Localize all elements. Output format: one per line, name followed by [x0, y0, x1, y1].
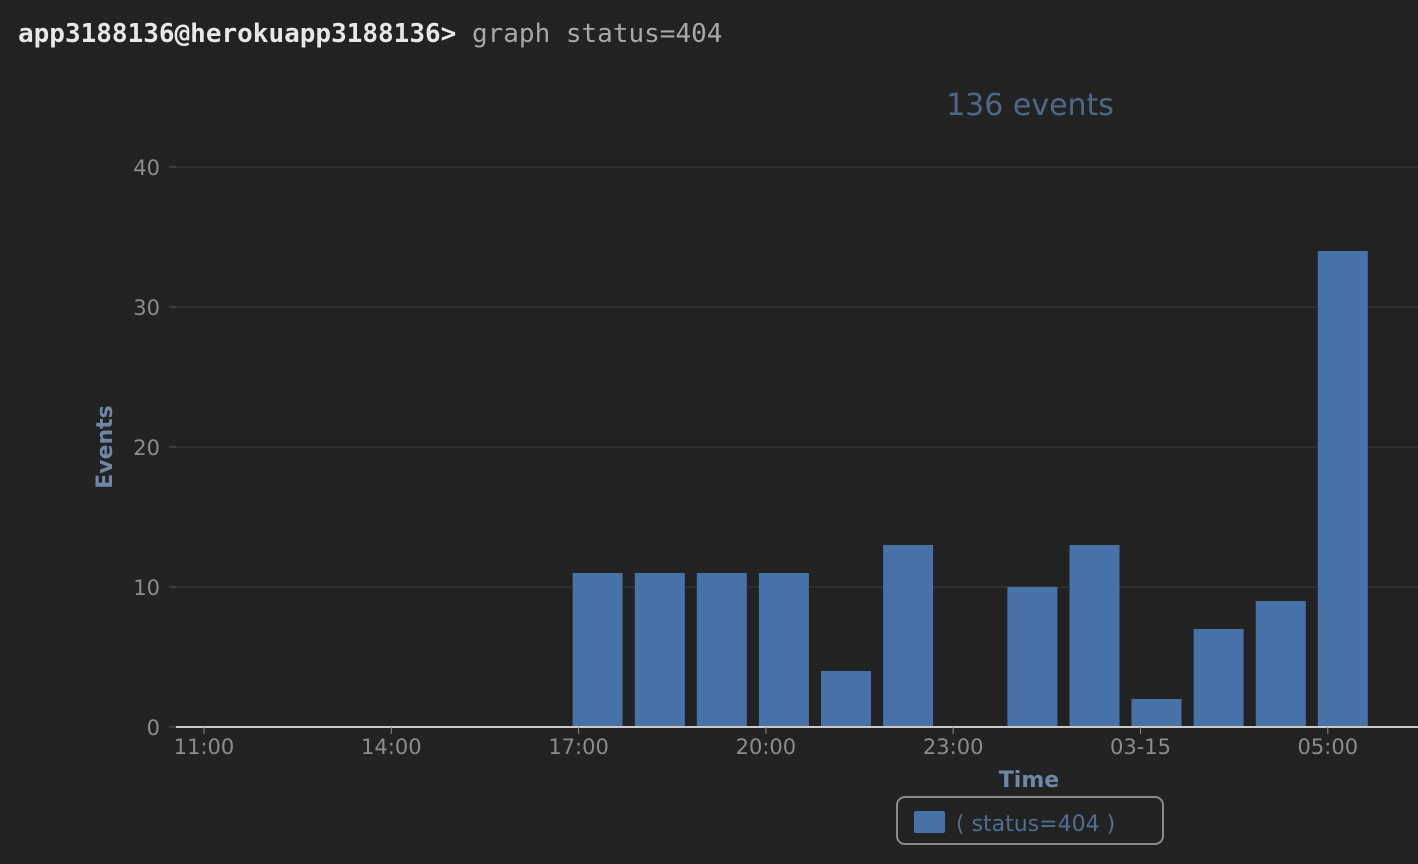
bar[interactable] — [1193, 629, 1244, 727]
bar[interactable] — [1069, 545, 1120, 727]
bar[interactable] — [821, 671, 871, 727]
x-tick-label: 05:00 — [1298, 735, 1359, 759]
bar[interactable] — [1317, 251, 1368, 727]
legend-swatch — [914, 811, 945, 833]
x-axis-title: Time — [999, 768, 1059, 793]
x-tick-label: 23:00 — [923, 735, 984, 759]
bar-chart: 0 10 20 30 40 11:00 14:00 17:00 20:00 23:00 03-15 0… — [93, 88, 1418, 845]
y-tick-label: 0 — [147, 716, 160, 740]
x-tick-label: 11:00 — [174, 735, 235, 759]
y-tick-label: 20 — [133, 436, 160, 460]
terminal-window: app3188136@herokuapp3188136> graph statu… — [0, 0, 1418, 864]
y-axis-title: Events — [93, 405, 118, 489]
x-tick-label: 14:00 — [361, 735, 422, 759]
y-tick-label: 40 — [133, 156, 160, 180]
legend[interactable]: ( status=404 ) — [896, 796, 1164, 845]
legend-label: ( status=404 ) — [956, 812, 1115, 837]
chart-title: 136 events — [946, 88, 1114, 123]
y-tick-label: 10 — [133, 576, 160, 600]
bar[interactable] — [1007, 587, 1058, 727]
bar[interactable] — [696, 573, 747, 727]
bar[interactable] — [1131, 699, 1182, 727]
x-tick-label: 17:00 — [548, 735, 609, 759]
bar[interactable] — [572, 573, 623, 727]
x-tick-label: 03-15 — [1110, 735, 1171, 759]
x-tick-label: 20:00 — [736, 735, 797, 759]
bar[interactable] — [758, 573, 809, 727]
y-tick-label: 30 — [133, 296, 160, 320]
bar[interactable] — [1255, 601, 1306, 727]
bar[interactable] — [883, 545, 934, 727]
bar[interactable] — [634, 573, 685, 727]
